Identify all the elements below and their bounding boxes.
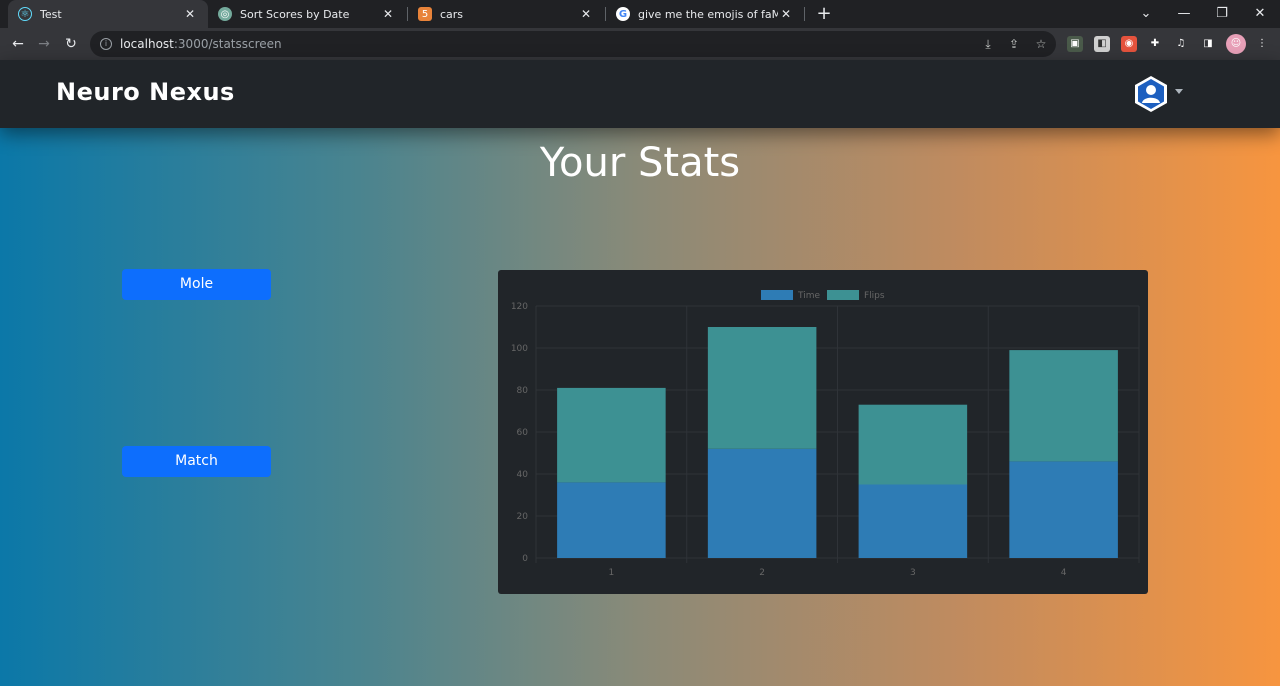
tab-title: cars [440, 7, 464, 21]
address-bar[interactable]: i localhost :3000/statsscreen ⤓ ⇪ ☆ [90, 31, 1056, 57]
close-icon[interactable]: ✕ [380, 7, 396, 21]
bar-time [707, 448, 817, 558]
forward-icon[interactable]: → [34, 34, 54, 54]
page-title: Your Stats [539, 140, 741, 186]
tab-separator [804, 7, 805, 21]
window-close-icon[interactable]: ✕ [1242, 0, 1278, 28]
navbar: Neuro Nexus [0, 60, 1280, 128]
browser-toolbar: ← → ↻ i localhost :3000/statsscreen ⤓ ⇪ … [0, 28, 1280, 60]
tab-title: Sort Scores by Date [240, 7, 350, 21]
minimize-icon[interactable]: — [1166, 0, 1202, 28]
stacked-bar-chart: 0 20 40 60 80 100 120 1 2 3 4 Time Flips [511, 290, 1140, 578]
html-file-icon: 5 [418, 7, 432, 21]
match-button[interactable]: Match [122, 446, 271, 477]
bar-time [858, 484, 968, 558]
x-tick-label: 4 [1061, 568, 1067, 578]
y-tick-label: 20 [517, 512, 529, 522]
browser-tabstrip: ⚛ Test ✕ ◎ Sort Scores by Date ✕ 5 cars … [0, 0, 1280, 28]
install-app-icon[interactable]: ⤓ [980, 36, 996, 52]
close-icon[interactable]: ✕ [578, 7, 594, 21]
x-tick-label: 1 [609, 568, 615, 578]
stats-chart: 0 20 40 60 80 100 120 1 2 3 4 Time Flips [498, 270, 1148, 594]
back-icon[interactable]: ← [8, 34, 28, 54]
y-tick-label: 60 [517, 428, 529, 438]
y-tick-label: 0 [522, 554, 528, 564]
tab-emojis[interactable]: G give me the emojis of faMOUS C ✕ [606, 0, 804, 28]
tab-title: Test [40, 7, 62, 21]
url-host: localhost [120, 37, 174, 51]
legend-label: Time [797, 291, 820, 301]
y-tick-label: 80 [517, 386, 529, 396]
profile-avatar-icon[interactable]: ☺ [1226, 34, 1246, 54]
chevron-down-icon[interactable] [1175, 89, 1183, 94]
bar-flips [557, 387, 666, 483]
react-icon: ⚛ [18, 7, 32, 21]
legend-label: Flips [864, 291, 885, 301]
close-icon[interactable]: ✕ [778, 7, 794, 21]
media-control-icon[interactable]: ♫ [1173, 36, 1189, 52]
google-icon: G [616, 7, 630, 21]
tab-cars[interactable]: 5 cars ✕ [408, 0, 604, 28]
maximize-icon[interactable]: ❐ [1204, 0, 1240, 28]
side-panel-icon[interactable]: ◨ [1200, 36, 1216, 52]
mole-button[interactable]: Mole [122, 269, 271, 300]
y-tick-label: 40 [517, 470, 529, 480]
extension-icon[interactable]: ◉ [1121, 36, 1137, 52]
puzzle-icon[interactable]: ✚ [1147, 36, 1163, 52]
chatgpt-icon: ◎ [218, 7, 232, 21]
x-tick-label: 2 [759, 568, 765, 578]
bar-flips [858, 404, 968, 485]
legend-swatch [761, 290, 793, 300]
bar-time [557, 482, 666, 558]
extension-icon[interactable]: ◧ [1094, 36, 1110, 52]
bar-flips [707, 327, 817, 449]
extension-icon[interactable]: ▣ [1067, 36, 1083, 52]
tab-title: give me the emojis of faMOUS C [638, 7, 778, 21]
bookmark-star-icon[interactable]: ☆ [1033, 36, 1049, 52]
y-tick-label: 120 [511, 302, 528, 312]
y-tick-label: 100 [511, 344, 528, 354]
tab-sort-scores[interactable]: ◎ Sort Scores by Date ✕ [208, 0, 406, 28]
menu-icon[interactable]: ⋮ [1254, 36, 1270, 52]
bar-time [1009, 461, 1118, 558]
share-icon[interactable]: ⇪ [1006, 36, 1022, 52]
brand-logo[interactable]: Neuro Nexus [56, 78, 235, 106]
info-icon[interactable]: i [100, 38, 112, 50]
url-path: :3000/statsscreen [173, 37, 282, 51]
close-icon[interactable]: ✕ [182, 7, 198, 21]
x-tick-label: 3 [910, 568, 916, 578]
legend-swatch [827, 290, 859, 300]
user-avatar-icon[interactable] [1133, 75, 1169, 113]
tab-test[interactable]: ⚛ Test ✕ [8, 0, 208, 28]
bar-flips [1009, 350, 1118, 462]
new-tab-button[interactable]: + [812, 2, 836, 26]
reload-icon[interactable]: ↻ [61, 34, 81, 54]
stats-page: Neuro Nexus Your Stats Mole Match 0 20 40 6… [0, 60, 1280, 686]
tab-search-icon[interactable]: ⌄ [1128, 0, 1164, 28]
